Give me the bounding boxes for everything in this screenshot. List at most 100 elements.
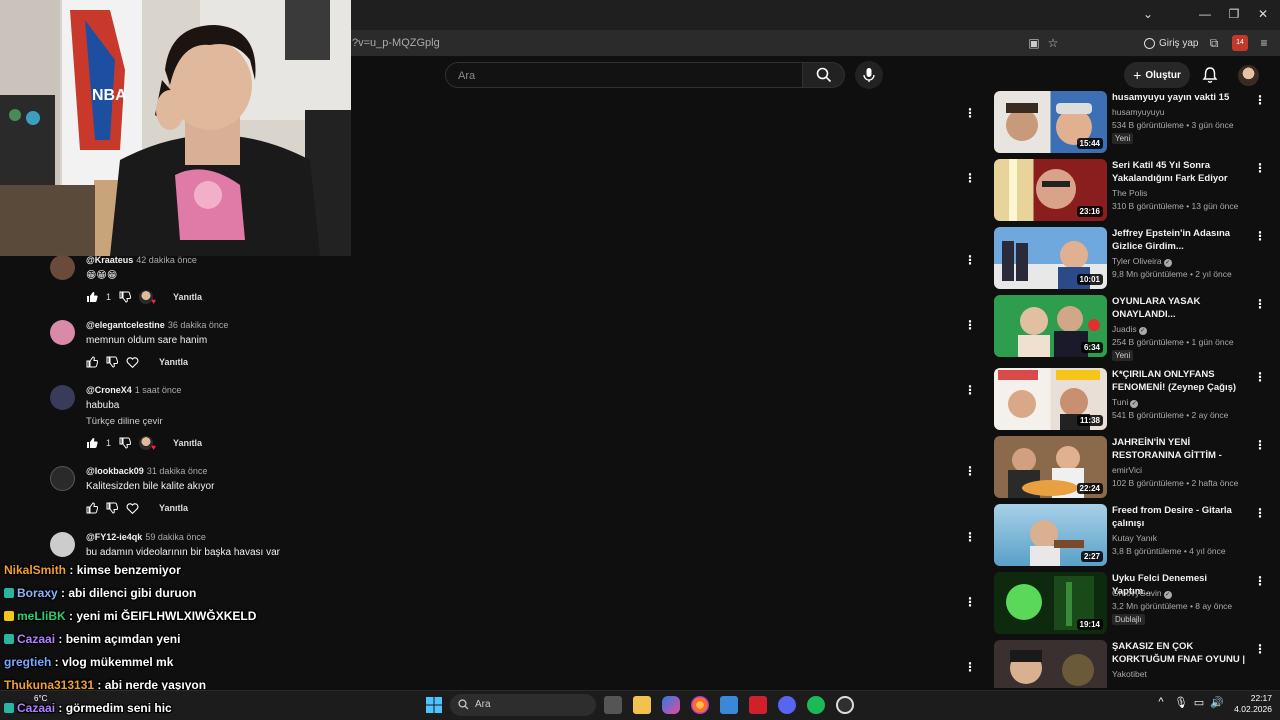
task-view-icon[interactable]: [604, 696, 622, 714]
extension-badge-icon[interactable]: 14: [1232, 35, 1248, 51]
discord-icon[interactable]: [778, 696, 796, 714]
video-thumbnail[interactable]: 23:16: [994, 159, 1107, 221]
video-channel[interactable]: Kutay Yanık: [1112, 533, 1157, 543]
like-icon[interactable]: [86, 356, 98, 368]
more-options-icon[interactable]: ⋮: [964, 595, 976, 609]
tray-chevron-icon[interactable]: ^: [1152, 696, 1170, 714]
reply-button[interactable]: Yanıtla: [173, 438, 202, 448]
dislike-icon[interactable]: [119, 437, 132, 449]
comment-avatar[interactable]: [50, 466, 75, 491]
related-video-item[interactable]: 19:14 Uyku Felci Denemesi Yaptım... Groo…: [994, 572, 1280, 634]
video-thumbnail[interactable]: 19:14: [994, 572, 1107, 634]
like-icon[interactable]: [86, 291, 98, 303]
bookmark-star-icon[interactable]: ☆: [1045, 35, 1061, 51]
microphone-tray-icon[interactable]: 🎙: [1172, 696, 1190, 714]
video-channel[interactable]: GroovyGavin ✓: [1112, 588, 1172, 599]
related-video-item[interactable]: ŞAKASIZ EN ÇOK KORKTUĞUM FNAF OYUNU | Th…: [994, 640, 1280, 688]
video-title[interactable]: Jeffrey Epstein'in Adasına Gizlice Girdi…: [1112, 227, 1248, 253]
picture-in-picture-icon[interactable]: ▣: [1026, 35, 1042, 51]
more-options-icon[interactable]: ⋮: [964, 464, 976, 478]
notifications-bell-icon[interactable]: [1201, 66, 1219, 84]
related-video-item[interactable]: 10:01 Jeffrey Epstein'in Adasına Gizlice…: [994, 227, 1280, 289]
video-thumbnail[interactable]: 10:01: [994, 227, 1107, 289]
comment-author[interactable]: @FY12-ie4qk 59 dakika önce: [86, 532, 206, 542]
more-options-icon[interactable]: ⋮: [1254, 229, 1266, 243]
network-icon[interactable]: ▭: [1190, 696, 1208, 714]
video-thumbnail[interactable]: 6:34: [994, 295, 1107, 357]
video-channel[interactable]: Yakotibet: [1112, 669, 1147, 679]
comment-time[interactable]: 59 dakika önce: [145, 532, 206, 542]
dislike-icon[interactable]: [119, 291, 132, 303]
more-options-icon[interactable]: ⋮: [1254, 370, 1266, 384]
comment-avatar[interactable]: [50, 255, 75, 280]
reply-button[interactable]: Yanıtla: [159, 357, 188, 367]
comment-time[interactable]: 1 saat önce: [135, 385, 182, 395]
related-video-item[interactable]: 15:44 husamyuyu yayın vakti 15 husamyuyu…: [994, 91, 1280, 153]
menu-icon[interactable]: ≡: [1256, 35, 1272, 51]
heart-icon[interactable]: [126, 502, 139, 515]
reply-button[interactable]: Yanıtla: [159, 503, 188, 513]
video-title[interactable]: Freed from Desire - Gitarla çalınışı: [1112, 504, 1248, 530]
close-button[interactable]: ✕: [1256, 7, 1270, 21]
copilot-icon[interactable]: [662, 696, 680, 714]
video-thumbnail[interactable]: 22:24: [994, 436, 1107, 498]
video-channel[interactable]: The Polis: [1112, 188, 1147, 198]
tab-list-chevron-icon[interactable]: ⌄: [1141, 7, 1155, 21]
spotify-icon[interactable]: [807, 696, 825, 714]
related-video-item[interactable]: 23:16 Seri Katil 45 Yıl Sonra Yakalandığ…: [994, 159, 1280, 221]
video-title[interactable]: JAHREİN'İN YENİ RESTORANINA GİTTİM - pah…: [1112, 436, 1248, 463]
extensions-icon[interactable]: ⧉: [1206, 35, 1222, 51]
related-video-item[interactable]: 11:38 K*ÇIRILAN ONLYFANS FENOMENİ! (Zeyn…: [994, 368, 1280, 430]
more-options-icon[interactable]: ⋮: [964, 530, 976, 544]
taskbar-search[interactable]: Ara: [450, 694, 596, 716]
shield-app-icon[interactable]: [749, 696, 767, 714]
video-title[interactable]: OYUNLARA YASAK ONAYLANDI...: [1112, 295, 1248, 321]
like-icon[interactable]: [86, 437, 98, 449]
video-thumbnail[interactable]: 2:27: [994, 504, 1107, 566]
search-button[interactable]: [803, 62, 845, 88]
comment-avatar[interactable]: [50, 320, 75, 345]
minimize-button[interactable]: —: [1198, 7, 1212, 21]
like-icon[interactable]: [86, 502, 98, 514]
search-input[interactable]: Ara: [445, 62, 803, 88]
more-options-icon[interactable]: ⋮: [964, 171, 976, 185]
more-options-icon[interactable]: ⋮: [1254, 438, 1266, 452]
comment-time[interactable]: 31 dakika önce: [147, 466, 208, 476]
more-options-icon[interactable]: ⋮: [1254, 93, 1266, 107]
voice-search-button[interactable]: [855, 61, 883, 89]
heart-icon[interactable]: [126, 356, 139, 369]
video-channel[interactable]: emirVici: [1112, 465, 1142, 475]
more-options-icon[interactable]: ⋮: [1254, 297, 1266, 311]
video-channel[interactable]: husamyuyuyu: [1112, 107, 1164, 117]
more-options-icon[interactable]: ⋮: [964, 660, 976, 674]
comment-time[interactable]: 36 dakika önce: [168, 320, 229, 330]
comment-avatar[interactable]: [50, 385, 75, 410]
volume-icon[interactable]: 🔊: [1208, 696, 1226, 714]
related-video-item[interactable]: 22:24 JAHREİN'İN YENİ RESTORANINA GİTTİM…: [994, 436, 1280, 498]
reply-button[interactable]: Yanıtla: [173, 292, 202, 302]
store-icon[interactable]: [720, 696, 738, 714]
comment-author[interactable]: @CroneX4 1 saat önce: [86, 385, 181, 395]
more-options-icon[interactable]: ⋮: [1254, 161, 1266, 175]
comment-author[interactable]: @lookback09 31 dakika önce: [86, 466, 207, 476]
more-options-icon[interactable]: ⋮: [1254, 506, 1266, 520]
file-explorer-icon[interactable]: [633, 696, 651, 714]
video-title[interactable]: Seri Katil 45 Yıl Sonra Yakalandığını Fa…: [1112, 159, 1248, 185]
comment-avatar[interactable]: [50, 532, 75, 557]
video-title[interactable]: ŞAKASIZ EN ÇOK KORKTUĞUM FNAF OYUNU | Th…: [1112, 640, 1248, 667]
translate-link[interactable]: Türkçe diline çevir: [86, 416, 163, 427]
more-options-icon[interactable]: ⋮: [964, 106, 976, 120]
dislike-icon[interactable]: [106, 502, 118, 514]
related-video-item[interactable]: 2:27 Freed from Desire - Gitarla çalınış…: [994, 504, 1280, 566]
windows-start-icon[interactable]: [425, 696, 443, 714]
url-field[interactable]: ?v=u_p-MQZGplg: [352, 37, 440, 49]
comment-author[interactable]: @elegantcelestine 36 dakika önce: [86, 320, 228, 330]
video-thumbnail[interactable]: [994, 640, 1107, 688]
more-options-icon[interactable]: ⋮: [964, 253, 976, 267]
video-title[interactable]: K*ÇIRILAN ONLYFANS FENOMENİ! (Zeynep Çağ…: [1112, 368, 1248, 394]
more-options-icon[interactable]: ⋮: [964, 318, 976, 332]
video-channel[interactable]: Tyler Oliveira ✓: [1112, 256, 1172, 267]
video-channel[interactable]: Tuni ✓: [1112, 397, 1139, 408]
more-options-icon[interactable]: ⋮: [1254, 642, 1266, 656]
related-video-item[interactable]: 6:34 OYUNLARA YASAK ONAYLANDI... Juadis ✓…: [994, 295, 1280, 361]
